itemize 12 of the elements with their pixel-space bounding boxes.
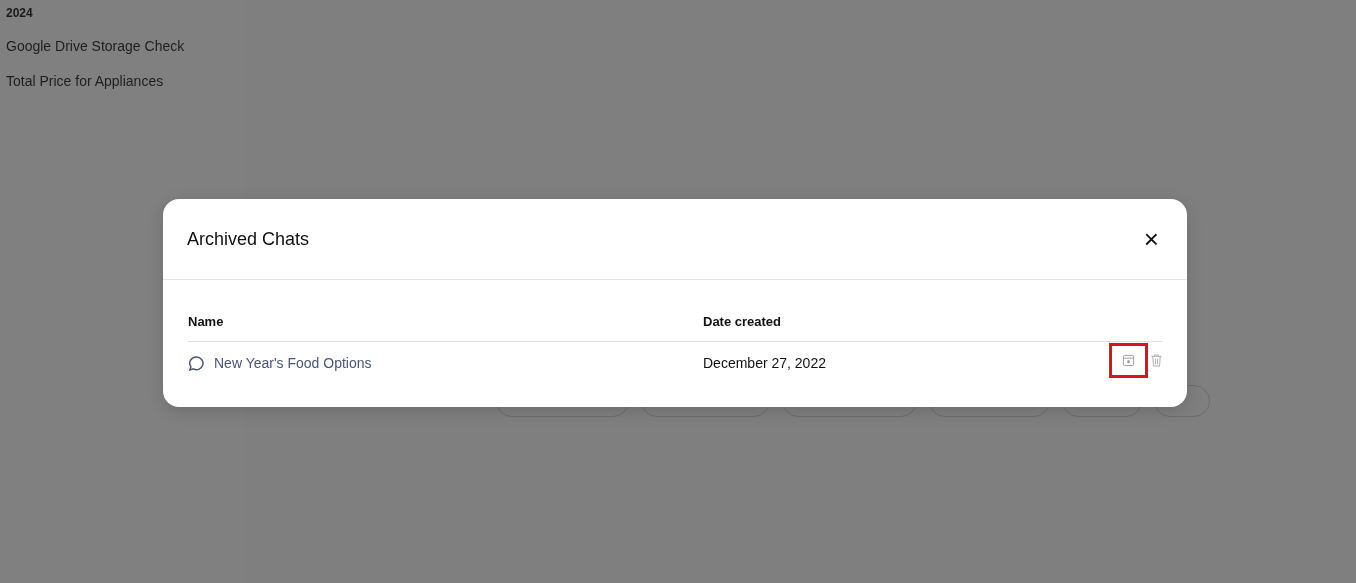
chat-link[interactable]: New Year's Food Options — [214, 355, 372, 371]
unarchive-icon[interactable] — [1122, 353, 1135, 367]
chat-link[interactable]: Total Price for Appliances — [6, 73, 239, 89]
close-button[interactable]: × — [1139, 226, 1163, 252]
trash-icon[interactable] — [1150, 352, 1163, 368]
section-label: 2024 — [6, 6, 34, 20]
dialog-title: Archived Chats — [187, 228, 310, 250]
column-header: Date created — [703, 314, 783, 329]
column-header: Name — [188, 314, 225, 329]
chat-link[interactable]: Google Drive Storage Check — [6, 38, 239, 54]
chat-bubble-icon — [188, 354, 205, 372]
table-cell-text: December 27, 2022 — [703, 355, 827, 371]
